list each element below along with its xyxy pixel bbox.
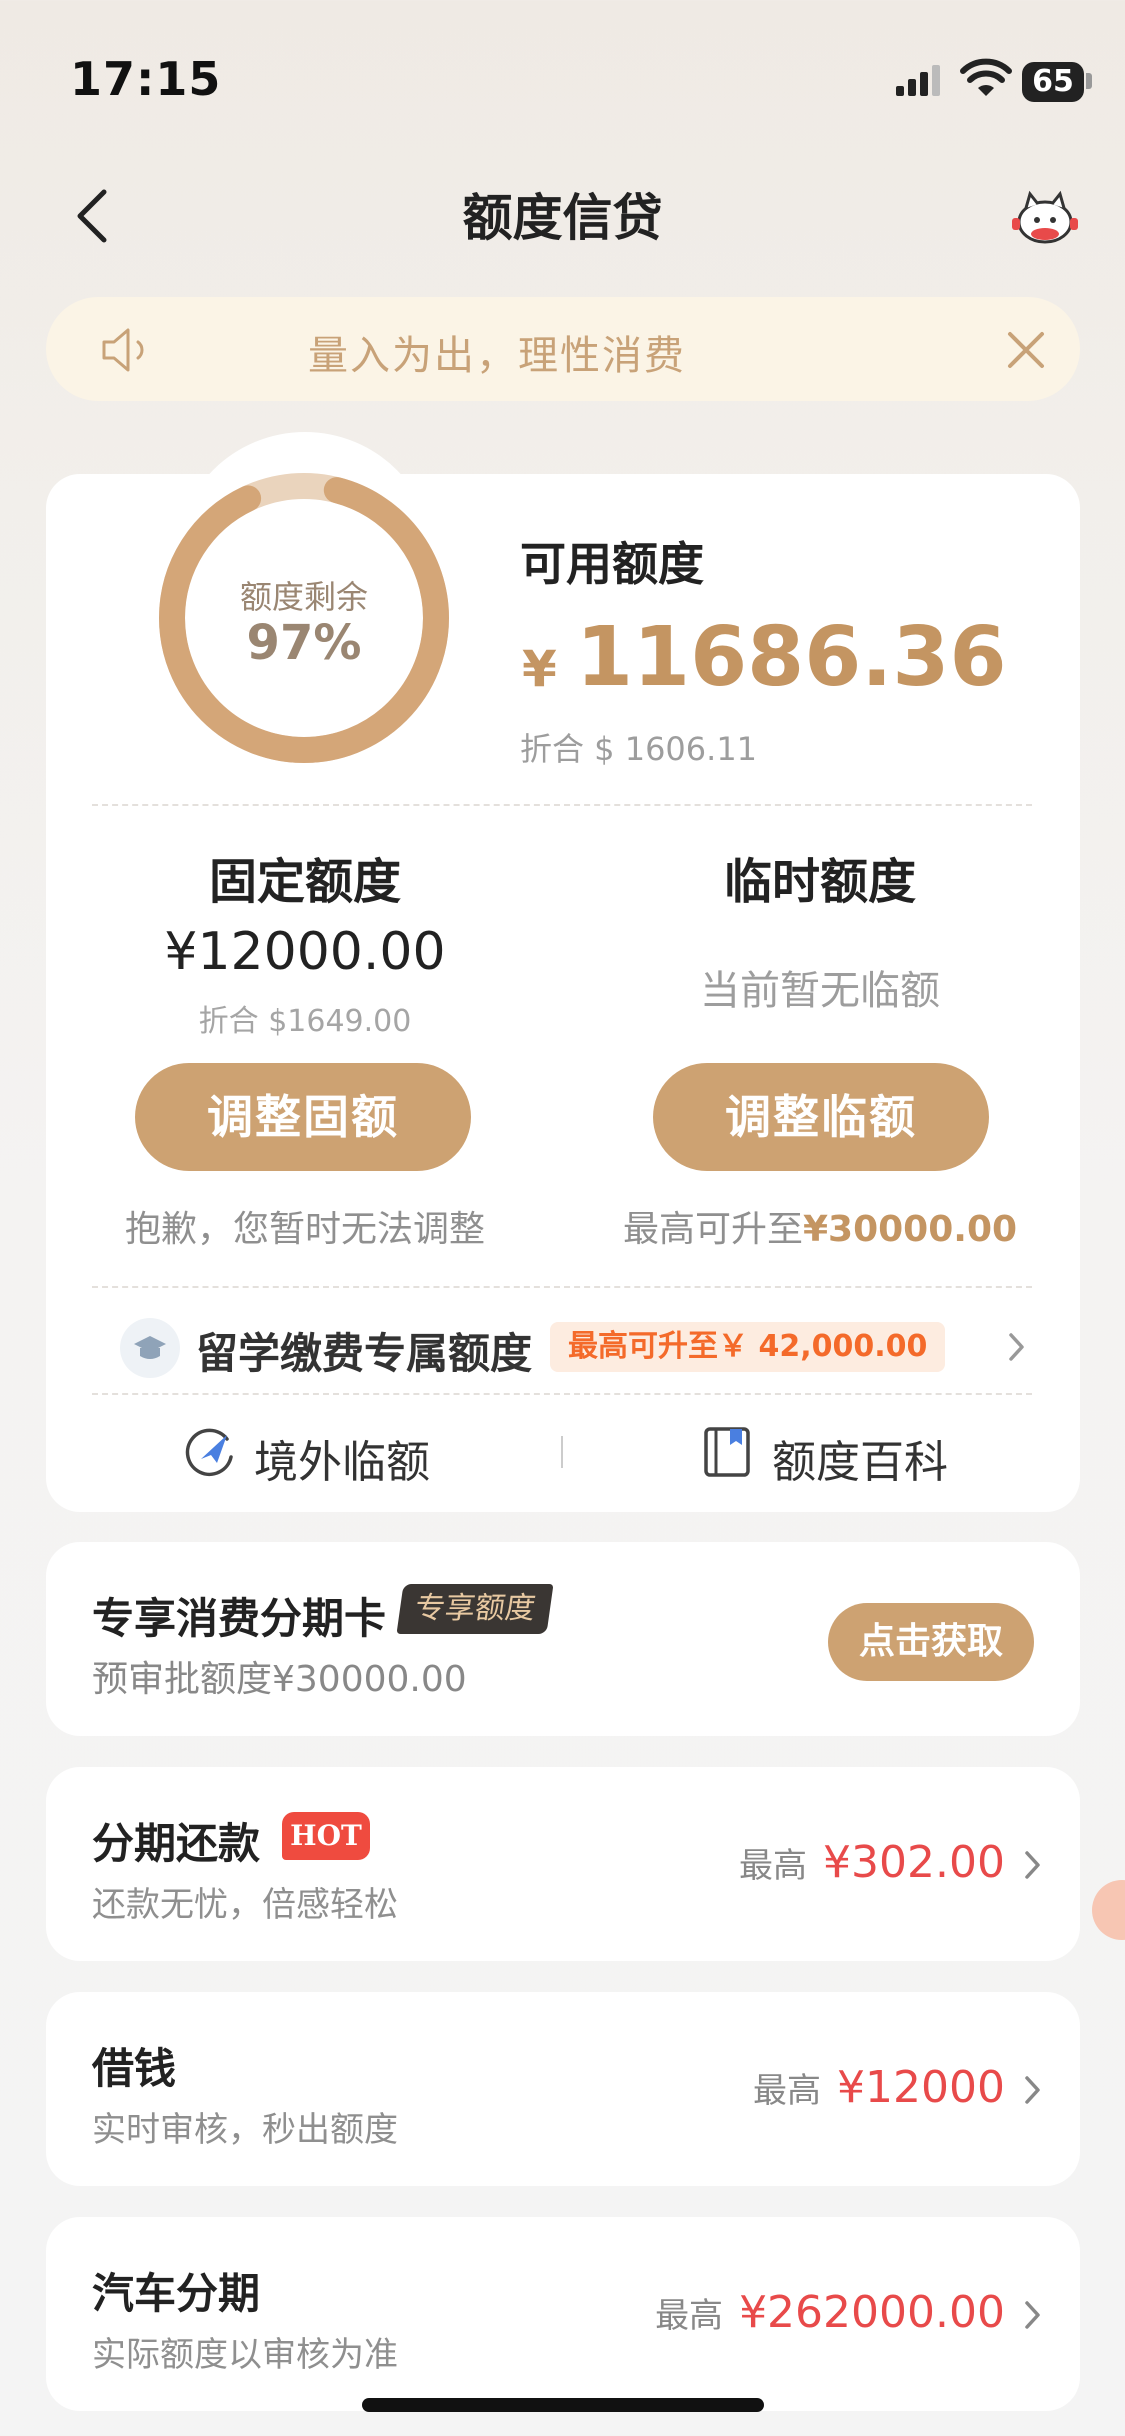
max-amount: ¥302.00 bbox=[823, 1837, 1005, 1888]
book-icon[interactable] bbox=[700, 1425, 754, 1479]
max-amount: ¥262000.00 bbox=[739, 2287, 1005, 2338]
link-separator bbox=[561, 1436, 563, 1468]
max-prefix: 最高 bbox=[739, 1846, 808, 1886]
service-title: 借钱 bbox=[92, 2044, 177, 2093]
signal-icon bbox=[896, 65, 940, 96]
fixed-quota-conversion: 折合 $1649.00 bbox=[198, 1004, 412, 1039]
study-abroad-label: 留学缴费专属额度 bbox=[196, 1329, 533, 1378]
floating-assistant-button[interactable] bbox=[1092, 1880, 1125, 1940]
quota-encyclopedia-link[interactable]: 额度百科 bbox=[772, 1426, 948, 1490]
installment-card-subtitle: 预审批额度¥30000.00 bbox=[92, 1659, 467, 1700]
adjust-temp-button[interactable]: 调整临额 bbox=[653, 1063, 989, 1171]
ring-percent: 97% bbox=[246, 615, 362, 671]
installment-card-tag: 专享额度 bbox=[396, 1584, 554, 1634]
available-amount: 11686.36 bbox=[576, 610, 1007, 705]
currency-symbol: ¥ bbox=[522, 640, 557, 698]
service-subtitle: 还款无忧，倍感轻松 bbox=[92, 1885, 398, 1925]
page-title: 额度信贷 bbox=[462, 189, 663, 247]
available-conversion: 折合 $ 1606.11 bbox=[520, 730, 758, 768]
status-time: 17:15 bbox=[70, 52, 222, 106]
max-amount: ¥12000 bbox=[837, 2062, 1005, 2113]
divider bbox=[92, 804, 1032, 806]
chevron-right-icon bbox=[1025, 2076, 1040, 2104]
adjust-fixed-button[interactable]: 调整固额 bbox=[135, 1063, 471, 1171]
notice-text: 量入为出，理性消费 bbox=[308, 333, 686, 379]
hot-badge: HOT bbox=[282, 1812, 370, 1860]
max-prefix: 最高 bbox=[655, 2296, 724, 2336]
service-max-amount: 最高 ¥262000.00 bbox=[655, 2287, 1005, 2338]
battery-indicator: 65 bbox=[1022, 62, 1084, 102]
temp-note-amount: ¥30000.00 bbox=[802, 1209, 1018, 1250]
fixed-quota-title: 固定额度 bbox=[208, 854, 401, 910]
graduation-cap-icon bbox=[120, 1318, 180, 1378]
speaker-icon bbox=[102, 328, 144, 372]
service-subtitle: 实际额度以审核为准 bbox=[92, 2335, 398, 2375]
wifi-icon bbox=[960, 58, 1012, 96]
close-icon[interactable] bbox=[1004, 328, 1048, 372]
fixed-quota-note: 抱歉，您暂时无法调整 bbox=[124, 1209, 485, 1250]
service-title: 汽车分期 bbox=[92, 2269, 261, 2318]
overseas-quota-link[interactable]: 境外临额 bbox=[254, 1426, 430, 1490]
temp-quota-note: 最高可升至¥30000.00 bbox=[590, 1200, 1050, 1252]
temp-quota-title: 临时额度 bbox=[723, 854, 916, 910]
service-title: 分期还款 bbox=[92, 1819, 261, 1868]
plane-icon[interactable] bbox=[183, 1425, 237, 1479]
temp-quota-status: 当前暂无临额 bbox=[700, 968, 940, 1014]
service-subtitle: 实时审核，秒出额度 bbox=[92, 2110, 398, 2150]
temp-note-prefix: 最高可升至 bbox=[622, 1209, 803, 1250]
fixed-quota-amount: ¥12000.00 bbox=[164, 922, 446, 982]
ring-label: 额度剩余 bbox=[239, 578, 368, 616]
installment-card-title: 专享消费分期卡 bbox=[92, 1594, 387, 1643]
max-prefix: 最高 bbox=[753, 2071, 822, 2111]
service-max-amount: 最高 ¥302.00 bbox=[739, 1837, 1005, 1888]
divider bbox=[92, 1286, 1032, 1288]
chevron-right-icon bbox=[1025, 1851, 1040, 1879]
mascot-icon[interactable] bbox=[1010, 188, 1080, 246]
chevron-right-icon bbox=[1009, 1333, 1024, 1361]
service-max-amount: 最高 ¥12000 bbox=[753, 2062, 1005, 2113]
chevron-right-icon bbox=[1025, 2301, 1040, 2329]
battery-tip bbox=[1086, 73, 1092, 89]
divider bbox=[92, 1393, 1032, 1395]
available-label: 可用额度 bbox=[520, 537, 704, 591]
home-indicator bbox=[362, 2398, 764, 2412]
get-card-button[interactable]: 点击获取 bbox=[828, 1603, 1034, 1681]
study-abroad-tag: 最高可升至￥ 42,000.00 bbox=[550, 1322, 946, 1372]
